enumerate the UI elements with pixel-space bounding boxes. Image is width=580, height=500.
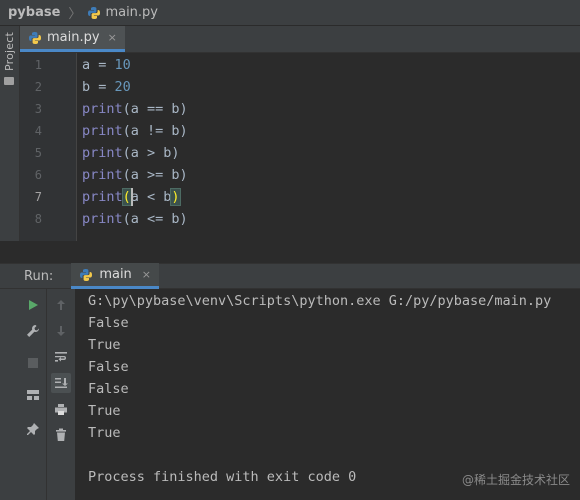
console-output-line: False (88, 315, 129, 331)
folder-icon (4, 77, 14, 86)
console-output-line: True (88, 425, 121, 441)
line-number-gutter: 1 2 3 4 5 6 7 8 (20, 53, 77, 241)
console-output-line: True (88, 403, 121, 419)
run-icon[interactable] (23, 295, 43, 315)
breadcrumb-file[interactable]: main.py (105, 5, 158, 20)
pin-icon[interactable] (23, 419, 43, 439)
console-exit-message: Process finished with exit code 0 (88, 469, 357, 485)
console-output-line: False (88, 359, 129, 375)
project-tool-button[interactable]: Project (1, 32, 17, 98)
line-number: 1 (34, 58, 42, 72)
scroll-to-end-icon[interactable] (51, 373, 71, 393)
run-tab-main[interactable]: main × (71, 263, 160, 289)
stop-icon[interactable] (23, 353, 43, 373)
soft-wrap-icon[interactable] (51, 347, 71, 367)
navigation-bar: pybase 〉 main.py (0, 0, 580, 26)
code-line[interactable]: print(a <= b) (82, 208, 188, 230)
code-line[interactable]: print(a >= b) (82, 164, 188, 186)
code-line[interactable]: b = 20 (82, 76, 131, 98)
code-line[interactable]: print(a == b) (82, 98, 188, 120)
python-file-icon (28, 31, 42, 45)
line-number: 8 (34, 212, 42, 226)
run-panel-header: Run: main × (0, 263, 580, 289)
run-tab-label: main (99, 267, 132, 282)
left-tool-strip: Project (0, 26, 20, 263)
layout-icon[interactable] (23, 385, 43, 405)
python-file-icon (79, 268, 93, 282)
close-icon[interactable]: × (142, 268, 151, 281)
editor-tab-bar: main.py × (20, 26, 580, 53)
line-number: 4 (34, 124, 42, 138)
watermark: @稀土掘金技术社区 (461, 473, 570, 487)
print-icon[interactable] (51, 399, 71, 419)
tab-main-py[interactable]: main.py × (20, 26, 125, 52)
code-line[interactable]: a = 10 (82, 54, 131, 76)
trash-icon[interactable] (51, 425, 71, 445)
text-caret (131, 188, 133, 206)
line-number: 2 (34, 80, 42, 94)
down-arrow-icon[interactable] (51, 321, 71, 341)
line-number: 6 (34, 168, 42, 182)
editor-scrollbar[interactable] (572, 53, 580, 241)
breadcrumb-separator-icon: 〉 (68, 7, 82, 22)
python-file-icon (87, 6, 101, 20)
line-number: 5 (34, 146, 42, 160)
close-icon[interactable]: × (108, 31, 117, 44)
console-output-line: False (88, 381, 129, 397)
code-line[interactable]: print(a > b) (82, 142, 180, 164)
console-command-line: G:\py\pybase\venv\Scripts\python.exe G:/… (88, 293, 552, 309)
code-editor[interactable]: 12345678 a = 10 b = 20 print(a == b) print(… (20, 53, 580, 241)
run-toolbar-secondary (47, 289, 76, 500)
up-arrow-icon[interactable] (51, 295, 71, 315)
breadcrumb-project[interactable]: pybase (8, 5, 60, 20)
console-output[interactable]: G:\py\pybase\venv\Scripts\python.exe G:/… (76, 289, 580, 500)
wrench-icon[interactable] (23, 321, 43, 341)
run-panel-label: Run: (24, 268, 54, 284)
run-toolbar-primary (19, 289, 47, 500)
console-output-line: True (88, 337, 121, 353)
tab-label: main.py (47, 30, 100, 45)
panel-splitter[interactable] (0, 241, 580, 263)
code-line[interactable]: print(a != b) (82, 120, 188, 142)
project-tool-label: Project (2, 32, 16, 72)
run-left-pad (0, 289, 19, 500)
line-number: 3 (34, 102, 42, 116)
line-number: 7 (34, 190, 42, 204)
